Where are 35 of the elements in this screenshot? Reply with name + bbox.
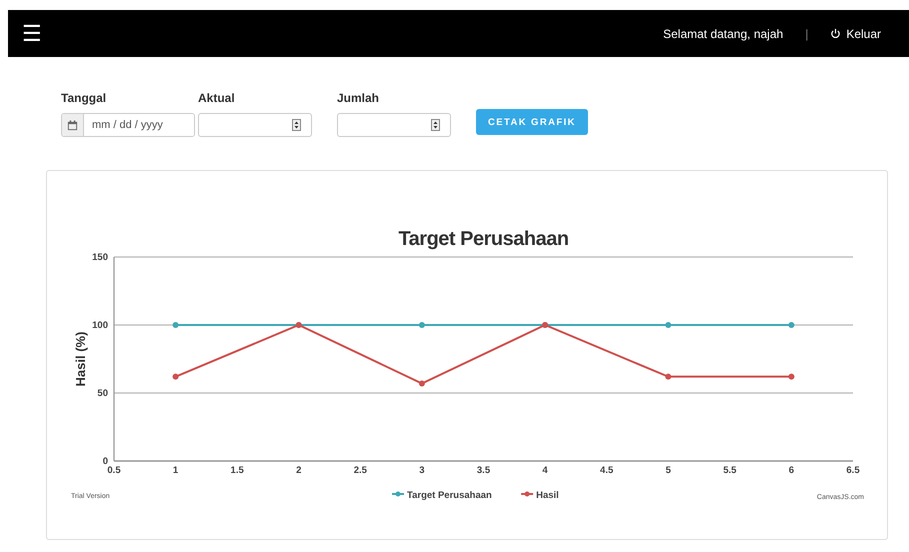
- greeting-text: Selamat datang, najah: [663, 26, 784, 40]
- spinner-icon: [431, 119, 440, 131]
- field-label: Jumlah: [337, 91, 380, 105]
- y-tick-label: 100: [92, 320, 108, 331]
- x-tick-label: 5: [666, 465, 671, 476]
- x-tick-label: 4.5: [600, 465, 614, 476]
- x-tick-label: 0.5: [107, 465, 121, 476]
- x-tick-label: 2.5: [354, 465, 367, 476]
- x-tick-label: 3.5: [476, 465, 490, 476]
- power-icon: [830, 28, 842, 39]
- spinner-icon: [292, 119, 301, 131]
- number-field[interactable]: [198, 113, 312, 137]
- date-field[interactable]: mm / dd / yyyy: [61, 113, 195, 137]
- y-axis-title: Hasil (%): [73, 332, 88, 386]
- number-field[interactable]: [337, 113, 451, 137]
- field-label: Tanggal: [61, 91, 108, 105]
- x-tick-label: 1.5: [230, 465, 244, 476]
- x-tick-label: 2: [296, 465, 302, 476]
- logout-link[interactable]: Keluar: [830, 26, 881, 40]
- legend-label[interactable]: Hasil: [536, 490, 559, 501]
- x-tick-label: 6.5: [846, 465, 860, 476]
- separator-text: |: [805, 26, 808, 40]
- menu-button[interactable]: ☰: [22, 22, 42, 44]
- field-label: Aktual: [198, 91, 236, 105]
- x-tick-label: 1: [172, 465, 178, 476]
- x-tick-label: 6: [788, 465, 794, 476]
- legend-label[interactable]: Target Perusahaan: [407, 490, 492, 501]
- y-tick-label: 50: [97, 388, 108, 399]
- x-tick-label: 3: [419, 465, 425, 476]
- x-tick-label: 5.5: [723, 465, 736, 476]
- calendar-icon: [62, 114, 84, 136]
- y-tick-label: 0: [102, 456, 108, 467]
- y-tick-label: 150: [92, 252, 108, 263]
- x-tick-label: 4: [542, 465, 548, 476]
- chart-title: Target Perusahaan: [398, 228, 569, 250]
